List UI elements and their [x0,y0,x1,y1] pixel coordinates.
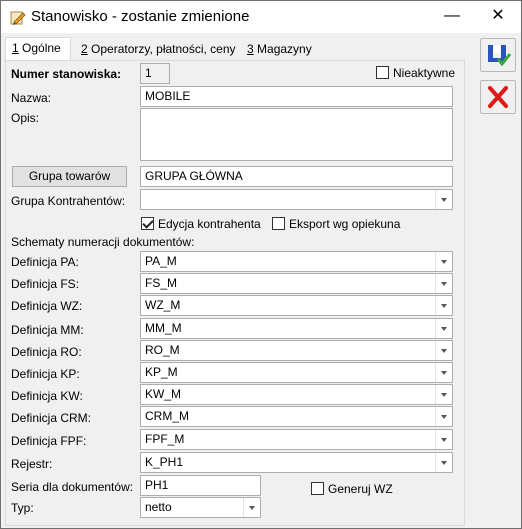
tab-label: Operatorzy, płatności, ceny [87,42,236,56]
dialog-window: Stanowisko - zostanie zmienione — ✕ 1 Og… [0,0,522,529]
numer-stanowiska-label: Numer stanowiska: [11,67,122,81]
app-icon [10,11,26,25]
nazwa-input[interactable]: MOBILE [140,86,453,107]
grupa-towarow-button[interactable]: Grupa towarów [12,166,127,187]
combo-value: FS_M [145,276,178,290]
tab-label: Magazyny [253,42,312,56]
definicja-mm-label: Definicja MM: [11,323,84,337]
tab-accel: 3 [247,42,254,56]
definicja-crm-combo[interactable]: CRM_M [140,406,453,427]
window-title: Stanowisko - zostanie zmienione [31,8,250,25]
combo-value: netto [145,500,172,514]
tab-ogolne[interactable]: 1 Ogólne [5,37,71,61]
cancel-button[interactable] [480,80,516,114]
definicja-mm-combo[interactable]: MM_M [140,318,453,339]
typ-label: Typ: [11,501,34,515]
definicja-crm-label: Definicja CRM: [11,411,92,425]
definicja-pa-combo[interactable]: PA_M [140,251,453,272]
chevron-down-icon[interactable] [435,252,452,271]
chevron-down-icon[interactable] [243,498,260,517]
seria-input[interactable]: PH1 [140,475,261,496]
combo-value: MM_M [145,321,182,335]
nieaktywne-label: Nieaktywne [393,66,456,80]
eksport-label: Eksport wg opiekuna [289,217,401,231]
title-bar[interactable]: Stanowisko - zostanie zmienione — ✕ [1,1,521,33]
combo-value: WZ_M [145,298,181,312]
edycja-kontrahenta-checkbox[interactable] [141,217,154,230]
tab-label: Ogólne [18,41,61,55]
tab-accel: 2 [81,42,88,56]
minimize-button[interactable]: — [429,1,475,33]
definicja-wz-label: Definicja WZ: [11,299,83,313]
combo-value: RO_M [145,343,180,357]
definicja-kw-combo[interactable]: KW_M [140,384,453,405]
definicja-ro-combo[interactable]: RO_M [140,340,453,361]
definicja-ro-label: Definicja RO: [11,345,82,359]
generuj-wz-label: Generuj WZ [328,482,393,496]
grupa-kontrahentow-combo[interactable] [140,189,453,210]
generuj-wz-checkbox[interactable] [311,482,324,495]
save-icon [488,45,512,67]
definicja-pa-label: Definicja PA: [11,255,79,269]
definicja-fs-combo[interactable]: FS_M [140,273,453,294]
grupa-kontrahentow-label: Grupa Kontrahentów: [11,194,126,208]
grupa-towarow-field[interactable]: GRUPA GŁÓWNA [140,166,453,187]
nieaktywne-checkbox[interactable] [376,66,389,79]
chevron-down-icon[interactable] [435,385,452,404]
chevron-down-icon[interactable] [435,341,452,360]
combo-value: PA_M [145,254,177,268]
chevron-down-icon[interactable] [435,363,452,382]
eksport-checkbox[interactable] [272,217,285,230]
chevron-down-icon[interactable] [435,190,452,209]
nazwa-label: Nazwa: [11,91,52,105]
chevron-down-icon[interactable] [435,407,452,426]
seria-label: Seria dla dokumentów: [11,480,134,494]
save-button[interactable] [480,38,516,72]
definicja-wz-combo[interactable]: WZ_M [140,295,453,316]
combo-value: FPF_M [145,432,185,446]
tab-accel: 1 [12,41,19,55]
combo-value: K_PH1 [145,455,184,469]
combo-value: KP_M [145,365,178,379]
rejestr-label: Rejestr: [11,457,53,471]
chevron-down-icon[interactable] [435,319,452,338]
definicja-kw-label: Definicja KW: [11,389,83,403]
chevron-down-icon[interactable] [435,296,452,315]
combo-value: CRM_M [145,409,189,423]
opis-textarea[interactable] [140,108,453,161]
definicja-fpf-combo[interactable]: FPF_M [140,429,453,450]
definicja-fs-label: Definicja FS: [11,277,80,291]
definicja-fpf-label: Definicja FPF: [11,434,87,448]
typ-combo[interactable]: netto [140,497,261,518]
close-button[interactable]: ✕ [475,1,521,33]
tab-operatorzy[interactable]: 2 Operatorzy, płatności, ceny [75,39,242,60]
rejestr-combo[interactable]: K_PH1 [140,452,453,473]
cancel-icon [488,86,508,108]
definicja-kp-label: Definicja KP: [11,367,80,381]
numer-stanowiska-field: 1 [140,63,170,84]
edycja-kontrahenta-label: Edycja kontrahenta [158,217,261,231]
chevron-down-icon[interactable] [435,453,452,472]
schematy-label: Schematy numeracji dokumentów: [11,235,195,249]
chevron-down-icon[interactable] [435,274,452,293]
definicja-kp-combo[interactable]: KP_M [140,362,453,383]
opis-label: Opis: [11,111,40,125]
chevron-down-icon[interactable] [435,430,452,449]
tab-magazyny[interactable]: 3 Magazyny [241,39,318,60]
combo-value: KW_M [145,387,181,401]
